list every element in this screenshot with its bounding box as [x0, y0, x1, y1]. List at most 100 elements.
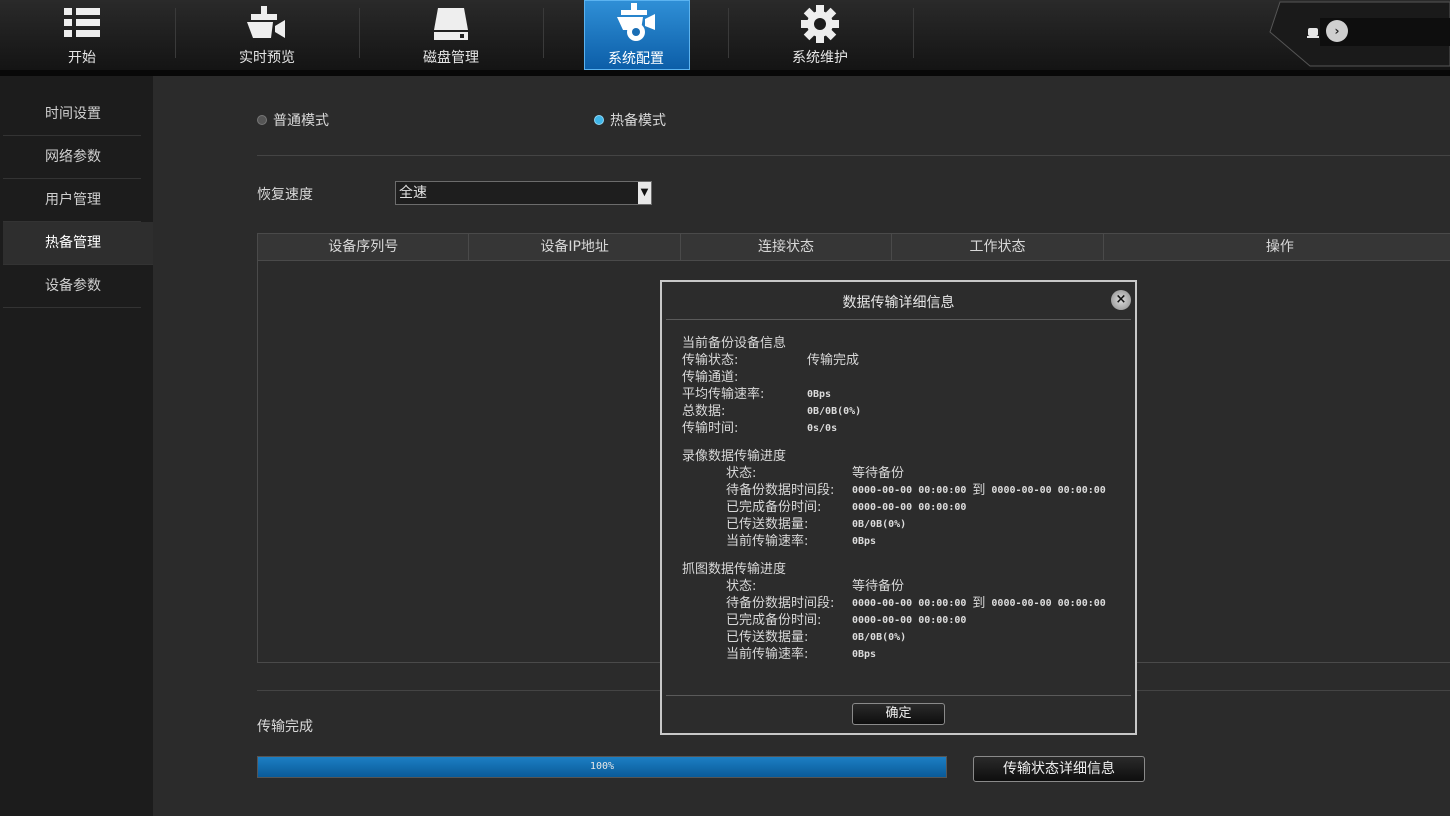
mode-hot-radio[interactable]: 热备模式 [594, 110, 666, 130]
period-from: 0000-00-00 00:00:00 [852, 598, 967, 609]
camera-icon [245, 4, 289, 46]
ok-button[interactable]: 确定 [852, 703, 945, 725]
nav-live-preview-label: 实时预览 [239, 50, 295, 66]
dialog-title: 数据传输详细信息 [842, 295, 955, 311]
current-device-section-title: 当前备份设备信息 [682, 336, 787, 351]
row-key: 当前传输速率: [726, 647, 809, 662]
col-operation: 操作 [1265, 239, 1294, 255]
col-serial-number: 设备序列号 [258, 234, 470, 260]
transfer-status-text: 传输完成 [257, 719, 313, 735]
sidebar-item-user-management[interactable]: 用户管理 [3, 179, 141, 222]
radio-dot [594, 115, 604, 125]
sidebar-item-time-settings[interactable]: 时间设置 [3, 93, 141, 136]
sidebar-item-device-params[interactable]: 设备参数 [3, 265, 141, 308]
row-value: 0s/0s [807, 423, 838, 434]
snapshot-done-row: 已完成备份时间: 0000-00-00 00:00:00 [682, 612, 1106, 629]
mode-radio-group: 普通模式 热备模式 [257, 110, 1450, 130]
gear-icon [800, 4, 840, 48]
row-key: 状态: [726, 466, 757, 481]
close-icon[interactable]: × [1111, 290, 1131, 310]
row-value: 等待备份 [852, 466, 905, 481]
top-navigation-bar: 开始 实时预览 磁盘管理 系统配置 系统维护 › [0, 0, 1450, 76]
total-data-row: 总数据: 0B/0B(0%) [682, 403, 1106, 420]
nav-live-preview[interactable]: 实时预览 [175, 0, 359, 70]
sidebar-item-label: 设备参数 [45, 278, 101, 294]
dialog-divider [666, 319, 1131, 320]
table-header: 设备序列号 设备IP地址 连接状态 工作状态 操作 [258, 234, 1450, 261]
row-key: 已完成备份时间: [726, 613, 822, 628]
expand-arrow-icon[interactable]: › [1326, 20, 1348, 42]
row-value: 0Bps [852, 536, 877, 547]
row-key: 当前传输速率: [726, 534, 809, 549]
alarm-icon[interactable] [1306, 24, 1320, 42]
record-done-row: 已完成备份时间: 0000-00-00 00:00:00 [682, 499, 1106, 516]
record-state-row: 状态: 等待备份 [682, 465, 1106, 482]
row-value: 0Bps [807, 389, 832, 400]
nav-separator [543, 8, 544, 58]
nav-separator [913, 8, 914, 58]
sidebar-item-network-params[interactable]: 网络参数 [3, 136, 141, 179]
snapshot-section-title: 抓图数据传输进度 [682, 562, 787, 577]
period-to-word: 到 [972, 483, 986, 498]
dialog-body: 当前备份设备信息 传输状态: 传输完成 传输通道: 平均传输速率: 0Bps 总… [682, 335, 1106, 663]
transfer-time-row: 传输时间: 0s/0s [682, 420, 1106, 437]
row-key: 已传送数据量: [726, 630, 809, 645]
mode-normal-label: 普通模式 [273, 113, 329, 129]
nav-start-label: 开始 [68, 50, 96, 66]
row-key: 待备份数据时间段: [726, 596, 835, 611]
col-connection-status: 连接状态 [681, 234, 893, 260]
divider [257, 155, 1450, 156]
sidebar-item-hot-standby[interactable]: 热备管理 [3, 222, 153, 265]
progress-percent: 100% [589, 761, 615, 772]
transfer-status-row: 传输状态: 传输完成 [682, 352, 1106, 369]
row-key: 已传送数据量: [726, 517, 809, 532]
transfer-detail-dialog: 数据传输详细信息 × 当前备份设备信息 传输状态: 传输完成 传输通道: 平均传… [660, 280, 1137, 735]
row-value: 0Bps [852, 649, 877, 660]
snapshot-sent-row: 已传送数据量: 0B/0B(0%) [682, 629, 1106, 646]
record-period-row: 待备份数据时间段: 0000-00-00 00:00:00 到 0000-00-… [682, 482, 1106, 499]
mode-normal-radio[interactable]: 普通模式 [257, 110, 329, 130]
period-from: 0000-00-00 00:00:00 [852, 485, 967, 496]
list-icon [63, 4, 101, 46]
row-value: 0000-00-00 00:00:00 [852, 615, 967, 626]
row-value: 0B/0B(0%) [807, 406, 862, 417]
row-key: 已完成备份时间: [726, 500, 822, 515]
recovery-speed-label: 恢复速度 [257, 187, 313, 203]
nav-system-maintenance-label: 系统维护 [792, 50, 848, 66]
col-ip-address: 设备IP地址 [469, 234, 681, 260]
nav-disk-management[interactable]: 磁盘管理 [359, 0, 543, 70]
row-value: 0000-00-00 00:00:00 [852, 502, 967, 513]
sidebar: 时间设置 网络参数 用户管理 热备管理 设备参数 [0, 76, 153, 816]
dialog-divider [666, 695, 1131, 696]
row-key: 平均传输速率: [682, 387, 765, 402]
nav-disk-management-label: 磁盘管理 [423, 50, 479, 66]
record-sent-row: 已传送数据量: 0B/0B(0%) [682, 516, 1106, 533]
row-key: 待备份数据时间段: [726, 483, 835, 498]
top-right-panel: › [1240, 0, 1450, 70]
recovery-speed-select[interactable]: 全速 ▼ [395, 181, 652, 205]
nav-start[interactable]: 开始 [0, 0, 174, 70]
sidebar-item-label: 网络参数 [45, 149, 101, 165]
row-key: 总数据: [682, 404, 726, 419]
period-to-word: 到 [972, 596, 986, 611]
disk-icon [432, 4, 470, 46]
nav-system-config[interactable]: 系统配置 [584, 0, 690, 70]
sidebar-item-label: 用户管理 [45, 192, 101, 208]
radio-dot [257, 115, 267, 125]
row-value: 0B/0B(0%) [852, 632, 907, 643]
row-value: 传输完成 [807, 353, 860, 368]
nav-system-maintenance[interactable]: 系统维护 [728, 0, 912, 70]
period-to: 0000-00-00 00:00:00 [991, 485, 1106, 496]
transfer-detail-button[interactable]: 传输状态详细信息 [973, 756, 1145, 782]
snapshot-state-row: 状态: 等待备份 [682, 578, 1106, 595]
row-key: 传输时间: [682, 421, 739, 436]
avg-rate-row: 平均传输速率: 0Bps [682, 386, 1106, 403]
nav-system-config-label: 系统配置 [608, 51, 664, 67]
snapshot-period-row: 待备份数据时间段: 0000-00-00 00:00:00 到 0000-00-… [682, 595, 1106, 612]
config-icon [614, 2, 658, 48]
transfer-progress-bar: 100% [257, 756, 947, 778]
row-key: 状态: [726, 579, 757, 594]
snapshot-rate-row: 当前传输速率: 0Bps [682, 646, 1106, 663]
row-value: 0B/0B(0%) [852, 519, 907, 530]
col-work-status: 工作状态 [892, 234, 1104, 260]
